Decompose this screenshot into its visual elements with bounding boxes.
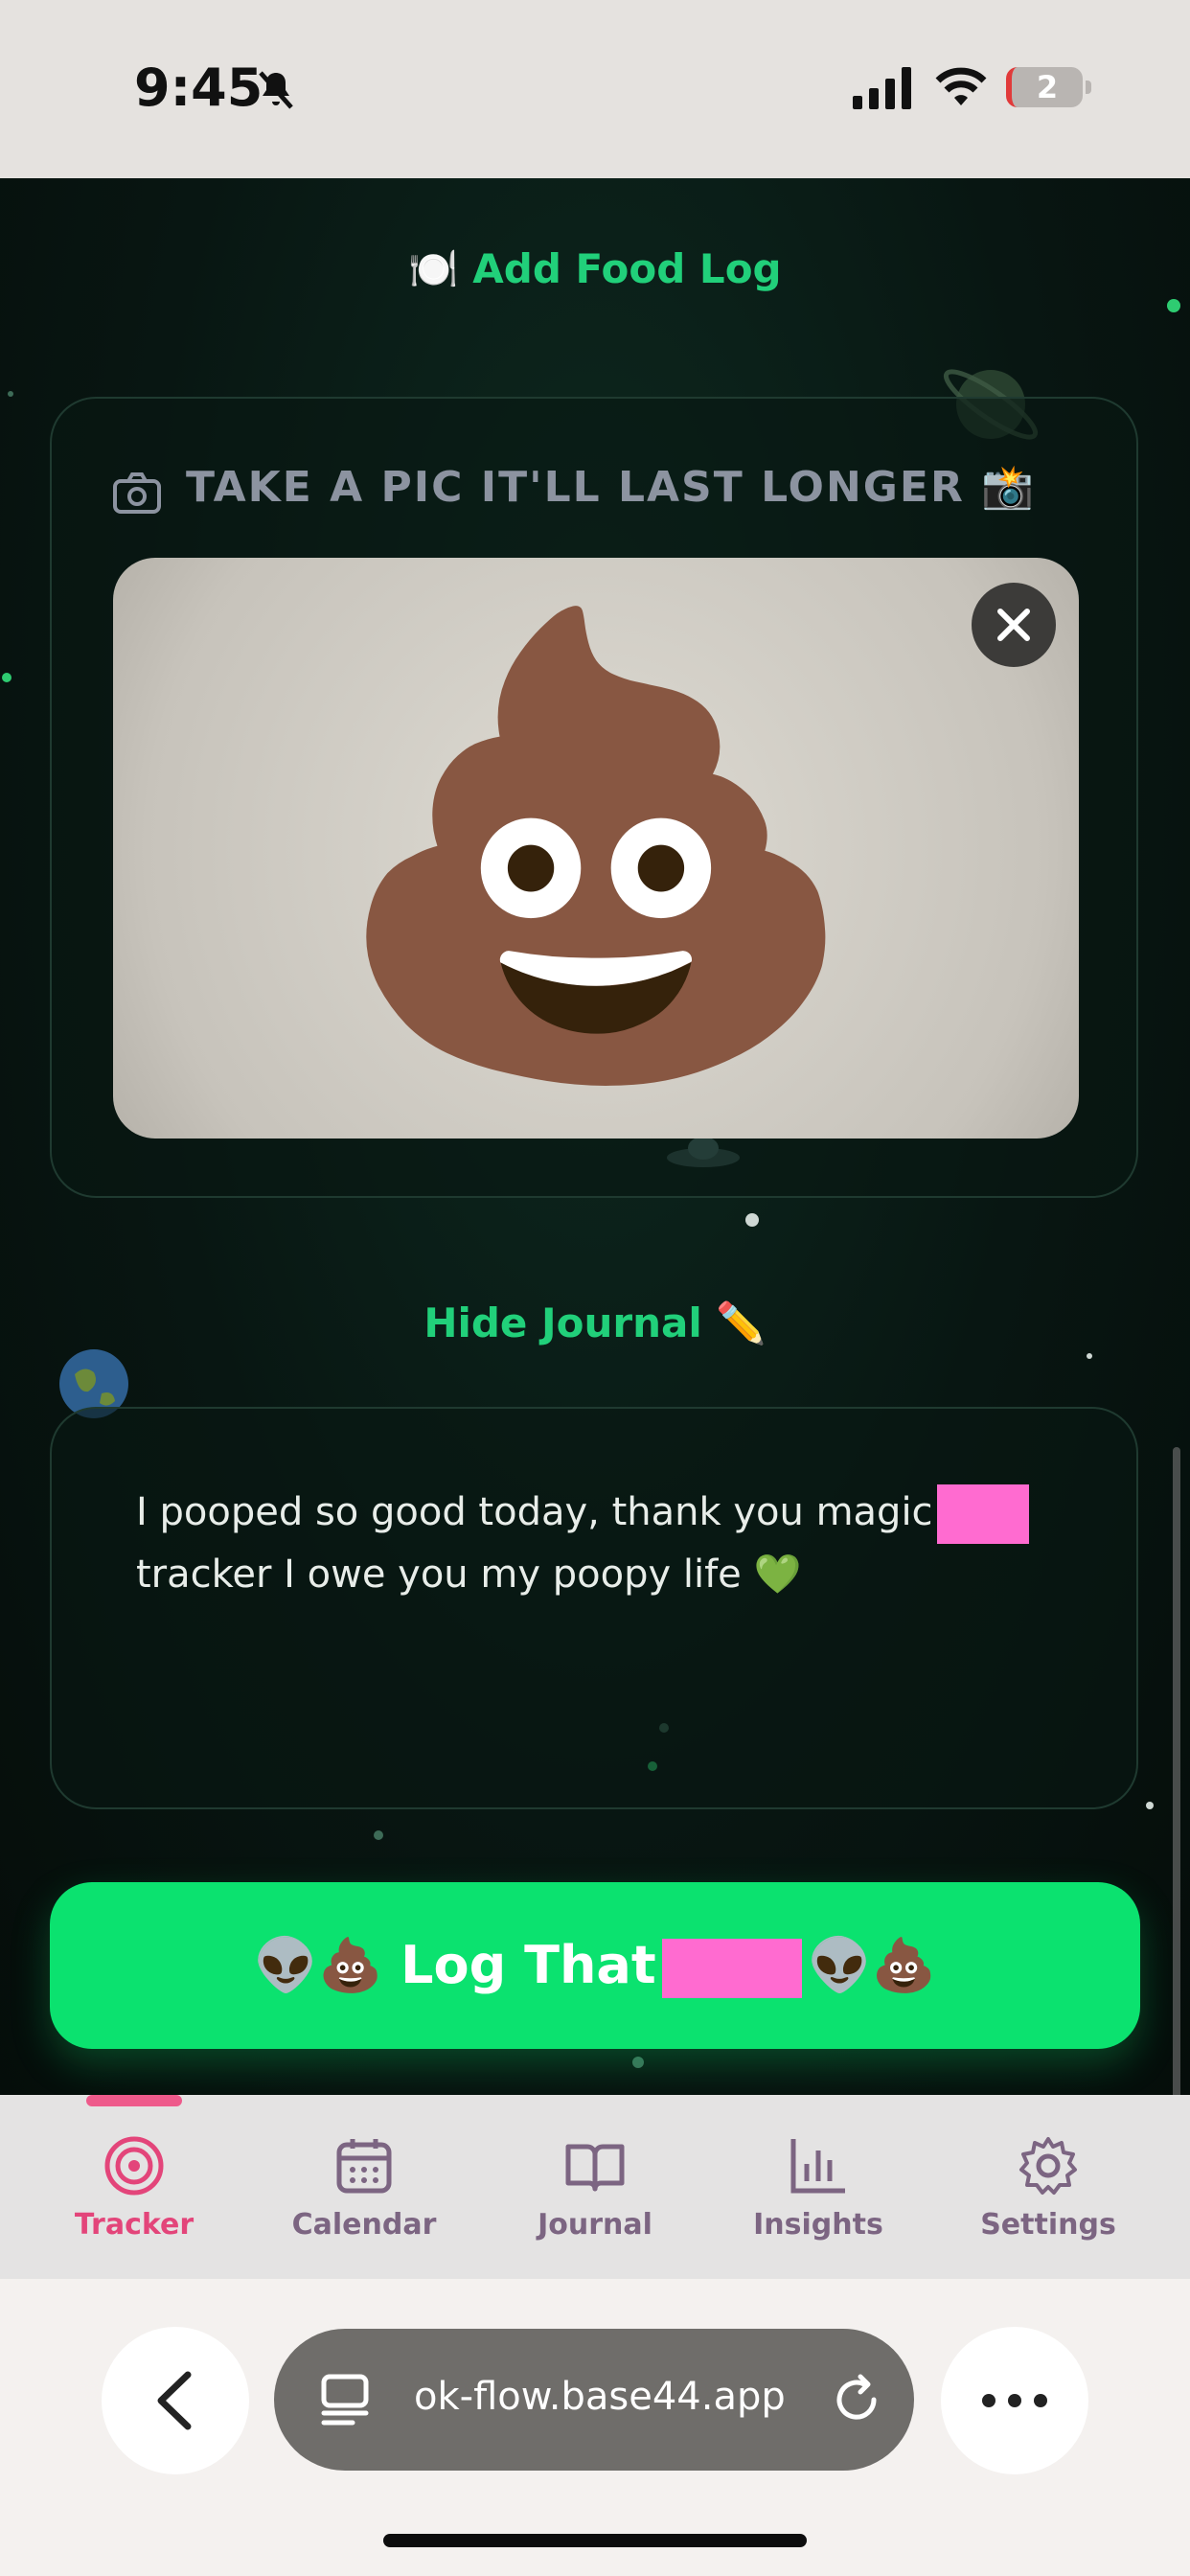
photo-card: TAKE A PIC IT'LL LAST LONGER 📸 💩 — [50, 397, 1138, 1198]
reload-icon[interactable] — [828, 2371, 885, 2428]
redacted-block — [661, 1939, 802, 1999]
photo-header: TAKE A PIC IT'LL LAST LONGER 📸 — [186, 463, 1036, 512]
tab-label: Calendar — [291, 2208, 437, 2242]
tab-tracker[interactable]: Tracker — [38, 2133, 230, 2242]
star-decoration — [8, 391, 13, 397]
star-decoration — [2, 673, 11, 682]
tab-calendar[interactable]: Calendar — [268, 2133, 460, 2242]
tab-label: Tracker — [74, 2208, 195, 2242]
remove-photo-button[interactable] — [972, 583, 1056, 667]
more-options-button[interactable] — [941, 2327, 1088, 2474]
chevron-left-icon — [157, 2371, 192, 2430]
journal-text[interactable]: I pooped so good today, thank you magic … — [136, 1482, 1056, 1605]
log-that-button[interactable]: 👽💩 Log That 👽💩 — [50, 1882, 1140, 2049]
active-tab-indicator — [86, 2095, 182, 2106]
star-decoration — [1167, 299, 1180, 312]
tab-journal[interactable]: Journal — [499, 2133, 691, 2242]
bottom-tab-bar: Tracker Calendar Journal Insights Settin… — [0, 2095, 1190, 2279]
bar-chart-icon — [790, 2139, 845, 2194]
close-icon — [997, 609, 1030, 641]
redacted-block — [936, 1484, 1029, 1544]
status-time: 9:45 — [134, 58, 263, 118]
wifi-icon — [935, 67, 987, 105]
more-icon — [982, 2394, 1047, 2407]
status-bar: 9:45 2 — [0, 0, 1190, 178]
signal-icon — [853, 67, 911, 109]
journal-textarea[interactable]: I pooped so good today, thank you magic … — [50, 1407, 1138, 1809]
target-icon — [104, 2136, 164, 2196]
main-content[interactable]: 🍽️ Add Food Log TAKE A PIC IT'LL LAST LO… — [0, 178, 1190, 2095]
journal-text-line1: I pooped so good today, thank you magic — [136, 1490, 933, 1534]
url-bar[interactable]: ok-flow.base44.app — [274, 2329, 914, 2471]
star-decoration — [1087, 1353, 1092, 1359]
battery-indicator: 2 — [1006, 67, 1083, 107]
tab-label: Insights — [753, 2208, 883, 2242]
hide-journal-button[interactable]: Hide Journal ✏️ — [0, 1300, 1190, 1347]
url-text: ok-flow.base44.app — [414, 2375, 786, 2419]
tab-settings[interactable]: Settings — [952, 2133, 1144, 2242]
back-button[interactable] — [102, 2327, 249, 2474]
tabs-icon — [321, 2374, 369, 2426]
poop-emoji-image: 💩 — [321, 588, 871, 1101]
home-indicator[interactable] — [383, 2534, 807, 2547]
star-decoration — [374, 1830, 383, 1840]
tab-label: Settings — [980, 2208, 1116, 2242]
journal-text-line2: tracker I owe you my poopy life 💚 — [136, 1552, 802, 1597]
bell-muted-icon — [259, 71, 293, 109]
log-button-prefix: 👽💩 Log That — [253, 1935, 656, 1995]
add-food-log-button[interactable]: 🍽️ Add Food Log — [0, 245, 1190, 293]
log-button-suffix: 👽💩 — [807, 1935, 937, 1995]
star-decoration — [632, 2057, 644, 2068]
book-icon — [565, 2144, 625, 2192]
gear-icon — [1019, 2137, 1077, 2195]
tab-insights[interactable]: Insights — [722, 2133, 914, 2242]
tab-label: Journal — [538, 2208, 652, 2242]
food-photo: 💩 — [113, 558, 1079, 1138]
battery-nub — [1086, 80, 1091, 94]
calendar-icon — [336, 2139, 392, 2194]
star-decoration — [745, 1213, 759, 1227]
camera-icon — [113, 472, 161, 514]
star-decoration — [1146, 1802, 1154, 1809]
browser-toolbar: ok-flow.base44.app — [0, 2279, 1190, 2576]
